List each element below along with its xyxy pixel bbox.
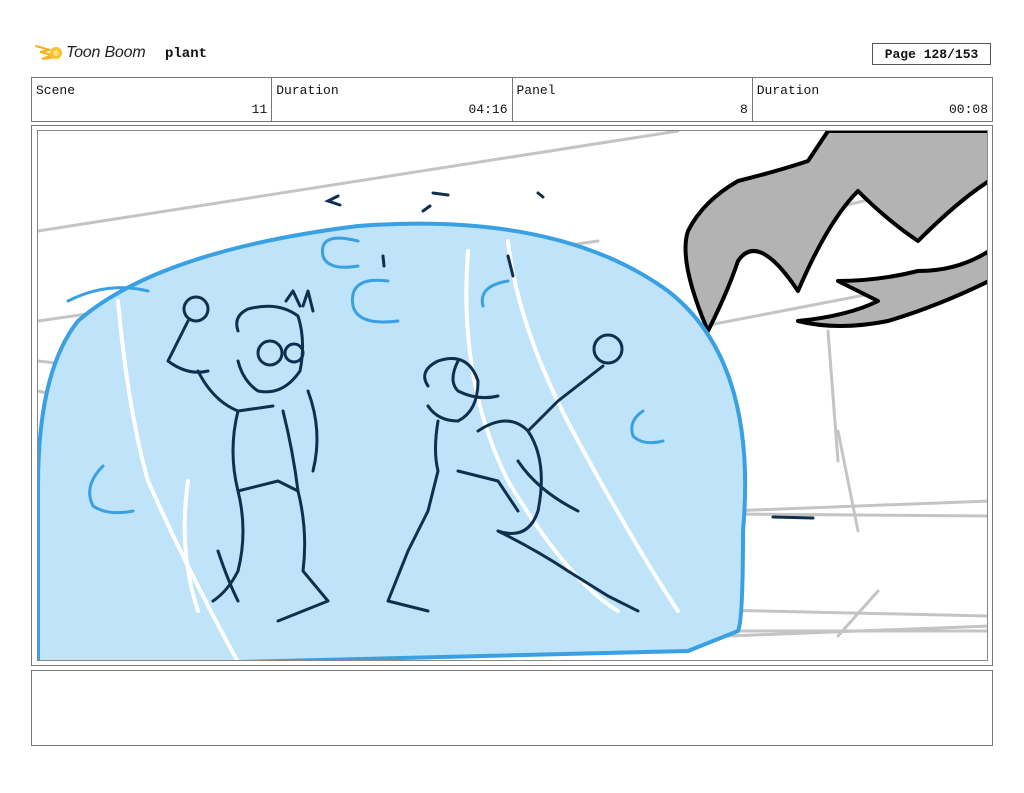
scene-cell: Scene 11 [32,78,271,121]
storyboard-sketch [38,131,987,660]
scene-duration-label: Duration [276,83,339,98]
panel-duration-value: 00:08 [948,102,988,117]
toon-boom-logo: Toon Boom [34,40,146,66]
scene-duration-cell: Duration 04:16 [271,78,511,121]
panel-label: Panel [516,83,556,98]
panel-info-table: Scene 11 Duration 04:16 Panel 8 Duration… [31,77,993,122]
panel-cell: Panel 8 [511,78,752,121]
scene-duration-value: 04:16 [468,102,508,117]
project-name: plant [165,46,208,62]
scene-value: 11 [251,102,268,117]
scene-label: Scene [36,83,76,98]
comet-logo-icon [35,45,62,60]
panel-value: 8 [739,102,748,117]
panel-duration-cell: Duration 00:08 [751,78,992,121]
page-indicator: Page 128/153 [872,43,991,65]
logo-text: Toon Boom [66,44,146,61]
panel-duration-label: Duration [756,83,820,98]
panel-notes-box [31,670,993,746]
storyboard-panel [37,130,988,661]
